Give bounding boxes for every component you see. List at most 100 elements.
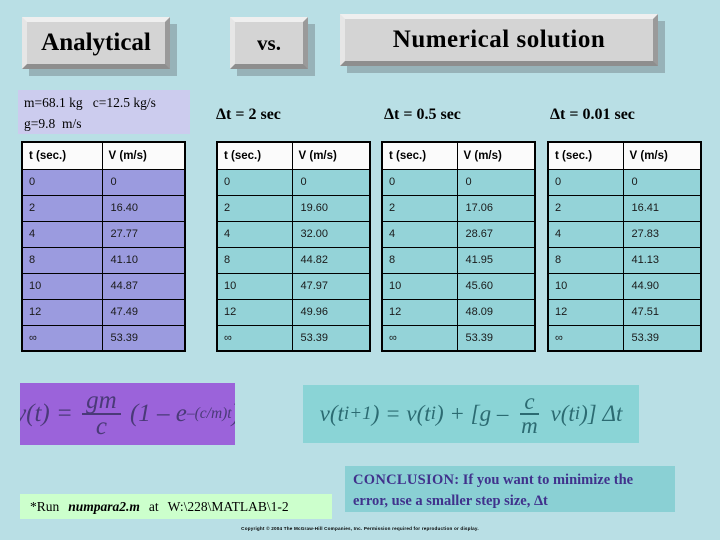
- cell-v: 53.39: [101, 324, 186, 352]
- run-note-filename: numpara2.m: [68, 498, 140, 514]
- formula-analytical: v(t) = gmc (1 – e–(c/m)t): [20, 383, 235, 445]
- formula-numerical: v(t i+1) = v(t i) + [g – cm v(t i)] Δt: [303, 385, 639, 443]
- cell-t: 2: [216, 194, 293, 222]
- cell-v: 0: [456, 168, 536, 196]
- cell-t: 2: [21, 194, 103, 222]
- cell-t: 10: [216, 272, 293, 300]
- table-row: 12 49.96: [216, 298, 371, 326]
- table-row: 10 44.90: [547, 272, 702, 300]
- cell-v: 47.49: [101, 298, 186, 326]
- table-row: 8 41.13: [547, 246, 702, 274]
- table-row: 8 44.82: [216, 246, 371, 274]
- table-row: 4 27.77: [21, 220, 186, 248]
- cell-t: 0: [547, 168, 624, 196]
- parameter-box: m=68.1 kg c=12.5 kg/s g=9.8 m/s: [18, 90, 190, 134]
- table-row: 12 47.51: [547, 298, 702, 326]
- heading-analytical-label: Analytical: [41, 29, 151, 56]
- cell-t: 2: [547, 194, 624, 222]
- table-row: 8 41.95: [381, 246, 536, 274]
- cell-v: 53.39: [622, 324, 702, 352]
- column-header-v: V (m/s): [456, 141, 536, 170]
- table-header-row: t (sec.) V (m/s): [216, 141, 371, 170]
- step-size-label-dt001: Δt = 0.01 sec: [550, 106, 635, 123]
- table-row: ∞ 53.39: [381, 324, 536, 352]
- run-note-path: W:\228\MATLAB\1-2: [167, 498, 289, 514]
- cell-t: 8: [216, 246, 293, 274]
- table-body: 00 2 19.60 4 32.00 8 44.82 10 47.97 12 49.96 …: [216, 168, 371, 352]
- column-header-t: t (sec.): [381, 141, 458, 170]
- table-header-row: t (sec.) V (m/s): [547, 141, 702, 170]
- cell-t: ∞: [381, 324, 458, 352]
- run-note-prefix: *Run: [30, 498, 60, 514]
- column-header-t: t (sec.): [216, 141, 293, 170]
- table-numerical-dt001: t (sec.) V (m/s) 00 2 16.41 4 27.83 8 41.13…: [547, 141, 702, 352]
- cell-v: 53.39: [456, 324, 536, 352]
- cell-v: 41.10: [101, 246, 186, 274]
- table-row: 00: [21, 168, 186, 196]
- cell-t: 2: [381, 194, 458, 222]
- cell-v: 0: [622, 168, 702, 196]
- table-row: 2 17.06: [381, 194, 536, 222]
- cell-t: 4: [21, 220, 103, 248]
- conclusion-keyword: CONCLUSION: [353, 472, 455, 488]
- cell-t: 10: [547, 272, 624, 300]
- table-row: 4 28.67: [381, 220, 536, 248]
- cell-v: 27.77: [101, 220, 186, 248]
- cell-t: 0: [21, 168, 103, 196]
- table-row: 8 41.10: [21, 246, 186, 274]
- table-row: 2 16.40: [21, 194, 186, 222]
- cell-t: 8: [381, 246, 458, 274]
- table-row: 10 45.60: [381, 272, 536, 300]
- cell-v: 32.00: [291, 220, 371, 248]
- cell-v: 44.87: [101, 272, 186, 300]
- cell-t: 12: [547, 298, 624, 326]
- cell-t: 10: [381, 272, 458, 300]
- table-row: 2 19.60: [216, 194, 371, 222]
- formula-numerical-text: v(t i+1) = v(t i) + [g – cm v(t i)] Δt: [319, 389, 623, 438]
- cell-v: 48.09: [456, 298, 536, 326]
- table-body: 00 2 16.40 4 27.77 8 41.10 10 44.87 12 47.49 …: [21, 168, 186, 352]
- column-header-v: V (m/s): [291, 141, 371, 170]
- cell-t: ∞: [216, 324, 293, 352]
- table-row: ∞ 53.39: [547, 324, 702, 352]
- heading-vs: vs.: [230, 17, 308, 69]
- conclusion-box: CONCLUSION: If you want to minimize the …: [345, 466, 675, 512]
- cell-v: 17.06: [456, 194, 536, 222]
- column-header-v: V (m/s): [101, 141, 186, 170]
- table-row: 00: [216, 168, 371, 196]
- cell-t: 8: [547, 246, 624, 274]
- cell-v: 19.60: [291, 194, 371, 222]
- cell-t: 4: [381, 220, 458, 248]
- cell-v: 0: [101, 168, 186, 196]
- table-row: 00: [547, 168, 702, 196]
- copyright-notice: Copyright © 2004 The McGraw-Hill Compani…: [241, 526, 479, 531]
- table-row: 00: [381, 168, 536, 196]
- cell-t: 0: [216, 168, 293, 196]
- cell-v: 49.96: [291, 298, 371, 326]
- cell-t: ∞: [21, 324, 103, 352]
- cell-v: 16.41: [622, 194, 702, 222]
- cell-v: 0: [291, 168, 371, 196]
- cell-v: 28.67: [456, 220, 536, 248]
- heading-numerical-label: Numerical solution: [392, 26, 606, 53]
- cell-v: 47.97: [291, 272, 371, 300]
- heading-numerical: Numerical solution: [340, 14, 658, 66]
- cell-v: 41.13: [622, 246, 702, 274]
- run-note-at: at: [148, 498, 159, 514]
- table-analytical: t (sec.) V (m/s) 00 2 16.40 4 27.77 8 41.10…: [21, 141, 186, 352]
- run-note: *Run numpara2.m at W:\228\MATLAB\1-2: [20, 494, 332, 519]
- cell-t: 12: [216, 298, 293, 326]
- cell-t: 8: [21, 246, 103, 274]
- table-row: 4 32.00: [216, 220, 371, 248]
- table-body: 00 2 17.06 4 28.67 8 41.95 10 45.60 12 48.09 …: [381, 168, 536, 352]
- table-row: 10 44.87: [21, 272, 186, 300]
- heading-vs-label: vs.: [257, 30, 281, 55]
- table-body: 00 2 16.41 4 27.83 8 41.13 10 44.90 12 47.51 …: [547, 168, 702, 352]
- step-size-label-dt2: Δt = 2 sec: [216, 106, 281, 123]
- table-row: 12 47.49: [21, 298, 186, 326]
- table-row: ∞ 53.39: [216, 324, 371, 352]
- step-size-label-dt05: Δt = 0.5 sec: [384, 106, 461, 123]
- cell-t: ∞: [547, 324, 624, 352]
- heading-analytical: Analytical: [22, 17, 170, 69]
- cell-v: 44.90: [622, 272, 702, 300]
